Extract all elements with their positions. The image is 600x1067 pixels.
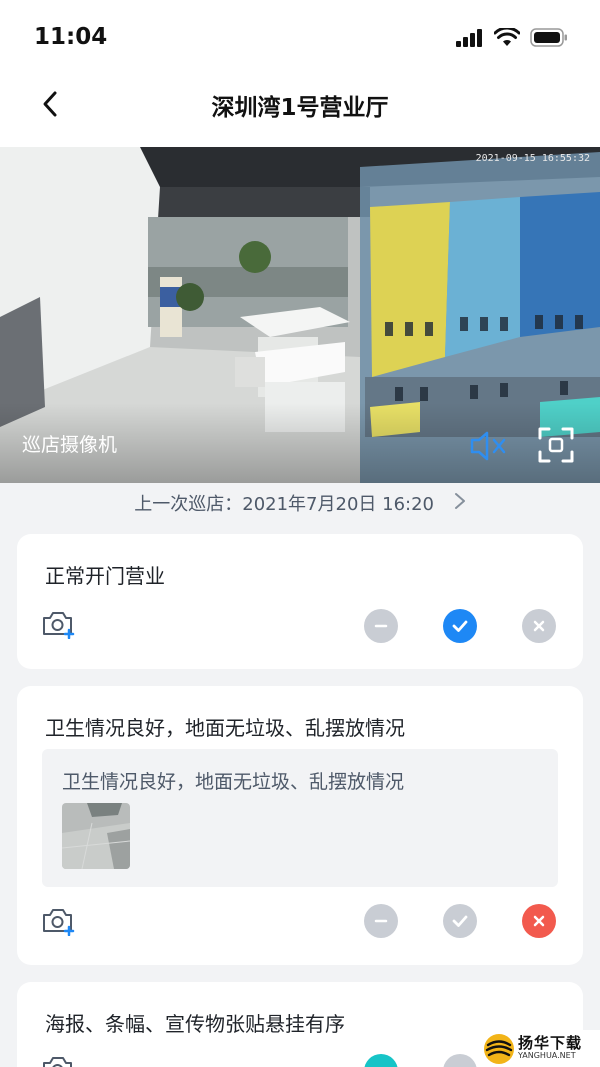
- checklist-card: 正常开门营业: [17, 534, 583, 669]
- page-title: 深圳湾1号营业厅: [211, 95, 389, 121]
- watermark-logo: 扬华下载 YANGHUA.NET: [478, 1030, 600, 1067]
- fail-option[interactable]: [522, 904, 556, 938]
- checklist-item-title: 卫生情况良好，地面无垃圾、乱摆放情况: [45, 716, 405, 740]
- minus-icon: [374, 919, 388, 923]
- minus-icon: [374, 624, 388, 628]
- na-option[interactable]: [364, 609, 398, 643]
- last-patrol-row[interactable]: 上一次巡店：2021年7月20日 16:20: [0, 490, 600, 516]
- mute-button[interactable]: [468, 425, 510, 467]
- photo-thumbnail[interactable]: [62, 803, 130, 869]
- camera-feed[interactable]: 2021-09-15 16:55:32 巡店摄像机: [0, 147, 600, 483]
- checklist-item-title: 正常开门营业: [45, 564, 165, 588]
- checklist-item-title: 海报、条幅、宣传物张贴悬挂有序: [45, 1012, 345, 1036]
- camera-add-icon: [43, 909, 75, 937]
- status-bar: 11:04: [0, 0, 600, 70]
- watermark-title: 扬华下载: [518, 1034, 583, 1052]
- na-option[interactable]: [364, 1054, 398, 1067]
- checklist-card: 卫生情况良好，地面无垃圾、乱摆放情况 卫生情况良好，地面无垃圾、乱摆放情况: [17, 686, 583, 965]
- fail-option[interactable]: [522, 609, 556, 643]
- watermark-site: YANGHUA.NET: [518, 1051, 576, 1060]
- camera-label: 巡店摄像机: [22, 434, 118, 456]
- signal-icon: [456, 28, 482, 47]
- wifi-icon: [494, 28, 520, 46]
- add-photo-button[interactable]: [41, 906, 75, 937]
- yanghua-logo-icon: [484, 1034, 514, 1064]
- add-photo-button[interactable]: [41, 609, 75, 640]
- check-icon: [452, 620, 468, 632]
- status-time: 11:04: [34, 24, 108, 50]
- fullscreen-button[interactable]: [536, 425, 576, 465]
- chevron-right-icon: [454, 492, 466, 515]
- pass-option[interactable]: [443, 609, 477, 643]
- note-text: 卫生情况良好，地面无垃圾、乱摆放情况: [62, 771, 405, 793]
- battery-icon: [530, 28, 567, 47]
- camera-add-icon: [43, 1057, 72, 1067]
- check-icon: [452, 915, 468, 927]
- fullscreen-icon: [538, 427, 574, 463]
- camera-add-icon: [43, 612, 75, 640]
- status-icons: [456, 28, 568, 47]
- pass-option[interactable]: [443, 1054, 477, 1067]
- close-icon: [533, 620, 545, 632]
- nav-bar: 深圳湾1号营业厅: [0, 70, 600, 147]
- camera-timestamp: 2021-09-15 16:55:32: [475, 153, 590, 164]
- last-patrol-text: 上一次巡店：2021年7月20日 16:20: [134, 494, 435, 515]
- note-box[interactable]: 卫生情况良好，地面无垃圾、乱摆放情况: [42, 749, 558, 887]
- speaker-muted-icon: [470, 431, 506, 461]
- pass-option[interactable]: [443, 904, 477, 938]
- add-photo-button[interactable]: [41, 1054, 75, 1067]
- na-option[interactable]: [364, 904, 398, 938]
- close-icon: [533, 915, 545, 927]
- floor-photo: [62, 803, 130, 869]
